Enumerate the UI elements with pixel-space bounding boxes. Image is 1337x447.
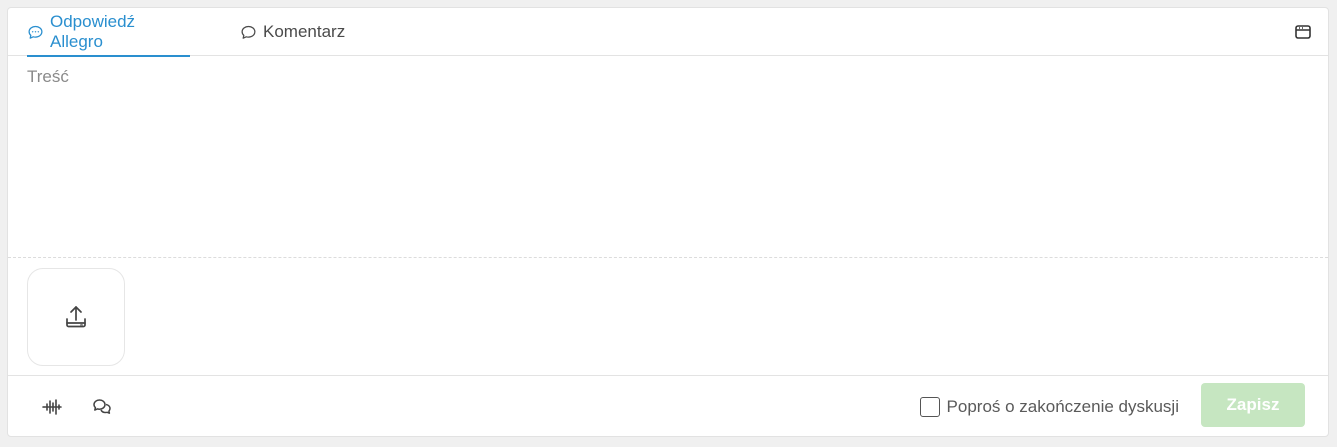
chat-bubble-icon <box>240 24 257 41</box>
save-button[interactable]: Zapisz <box>1201 383 1305 427</box>
message-content-input[interactable] <box>8 57 1328 257</box>
ask-end-discussion-checkbox[interactable]: Poproś o zakończenie dyskusji <box>919 395 1179 419</box>
reply-footer: Poproś o zakończenie dyskusji Zapisz <box>8 376 1328 436</box>
upload-icon <box>62 303 90 331</box>
checkbox-box[interactable] <box>919 397 940 417</box>
tab-comment[interactable]: Komentarz <box>240 8 345 56</box>
tab-allegro-reply-label: Odpowiedź Allegro <box>50 12 136 51</box>
window-toggle-icon[interactable] <box>1294 23 1312 41</box>
tab-allegro-reply[interactable]: Odpowiedź Allegro <box>27 8 190 57</box>
upload-attachment-button[interactable] <box>27 268 125 366</box>
tab-comment-label: Komentarz <box>263 22 346 41</box>
audio-wave-icon[interactable] <box>41 397 63 417</box>
ask-end-discussion-label: Poproś o zakończenie dyskusji <box>946 397 1179 416</box>
conversation-icon[interactable] <box>91 397 113 417</box>
reply-panel: Odpowiedź Allegro Komentarz Treść Poproś… <box>7 7 1329 437</box>
message-editor <box>8 57 1328 258</box>
attachments-area <box>8 259 1328 376</box>
chat-bubble-dots-icon <box>27 24 44 41</box>
reply-tabs: Odpowiedź Allegro Komentarz <box>8 8 1328 57</box>
